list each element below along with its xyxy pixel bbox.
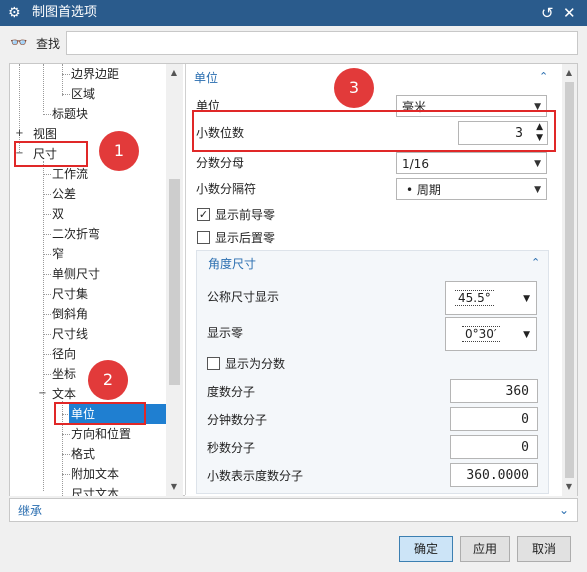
chevron-down-icon[interactable]: ⌄ <box>559 502 569 518</box>
annotation-marker-2: 2 <box>88 360 128 400</box>
collapse-minus-icon[interactable]: − <box>38 389 47 399</box>
inherit-section[interactable]: 继承 ⌄ <box>9 498 578 522</box>
tree-scrollbar[interactable]: ▲ ▼ <box>166 64 183 496</box>
content-scroll-thumb[interactable] <box>565 82 574 478</box>
scroll-down-icon[interactable]: ▼ <box>167 482 181 492</box>
inherit-label: 继承 <box>18 504 43 518</box>
ok-button[interactable]: 确定 <box>399 536 453 562</box>
tree-item-ordinate[interactable]: 坐标 <box>52 364 76 384</box>
tree-item-chamfer[interactable]: 倒斜角 <box>52 304 88 324</box>
tree-item-radial[interactable]: 径向 <box>52 344 76 364</box>
gear-icon: ⚙ <box>8 5 21 21</box>
tree-item-appended-text[interactable]: 附加文本 <box>71 464 119 484</box>
tree-item-dimension-set[interactable]: 尺寸集 <box>52 284 88 304</box>
tree-item-tolerance[interactable]: 公差 <box>52 184 76 204</box>
find-input[interactable] <box>66 31 578 55</box>
tree-item-narrow[interactable]: 窄 <box>52 244 64 264</box>
window-title: 制图首选项 <box>32 5 98 20</box>
tree-scroll-thumb[interactable] <box>169 179 180 385</box>
close-icon[interactable]: ✕ <box>563 4 576 22</box>
tree-item-dimension-text[interactable]: 尺寸文本 <box>71 484 119 496</box>
tree-item-dimension-line[interactable]: 尺寸线 <box>52 324 88 344</box>
tree-item-orientation-position[interactable]: 方向和位置 <box>71 424 131 444</box>
scroll-down-icon[interactable]: ▼ <box>562 482 576 492</box>
binoculars-icon: 👓 <box>10 35 28 51</box>
tree-item-dual[interactable]: 双 <box>52 204 64 224</box>
find-label: 查找 <box>36 37 61 51</box>
preferences-tree: 边界边距 区域 标题块 + 视图 − 尺寸 工作流 公差 双 二次折弯 窄 单侧… <box>10 64 166 496</box>
annotation-marker-3: 3 <box>334 68 374 108</box>
tree-item-single-sided[interactable]: 单侧尺寸 <box>52 264 100 284</box>
scroll-up-icon[interactable]: ▲ <box>562 68 576 78</box>
content-scrollbar[interactable]: ▲ ▼ <box>562 64 577 496</box>
scroll-up-icon[interactable]: ▲ <box>167 68 181 78</box>
tree-item-secondary-bend[interactable]: 二次折弯 <box>52 224 100 244</box>
cancel-button[interactable]: 取消 <box>517 536 571 562</box>
annotation-marker-1: 1 <box>99 131 139 171</box>
annotation-box-dimension <box>14 141 88 167</box>
tree-item-workflow[interactable]: 工作流 <box>52 164 88 184</box>
apply-button[interactable]: 应用 <box>460 536 510 562</box>
tree-item-title-block[interactable]: 标题块 <box>52 104 88 124</box>
tree-item-region[interactable]: 区域 <box>71 84 95 104</box>
tree-item-format[interactable]: 格式 <box>71 444 95 464</box>
title-bar: ⚙ 制图首选项 ↺ ✕ <box>0 0 587 26</box>
annotation-box-decimal-places <box>192 110 556 152</box>
tree-item-border-margin[interactable]: 边界边距 <box>71 64 119 84</box>
tree-item-text[interactable]: 文本 <box>52 384 76 404</box>
annotation-box-units <box>54 402 146 425</box>
reset-icon[interactable]: ↺ <box>541 4 554 22</box>
expand-plus-icon[interactable]: + <box>15 129 24 139</box>
